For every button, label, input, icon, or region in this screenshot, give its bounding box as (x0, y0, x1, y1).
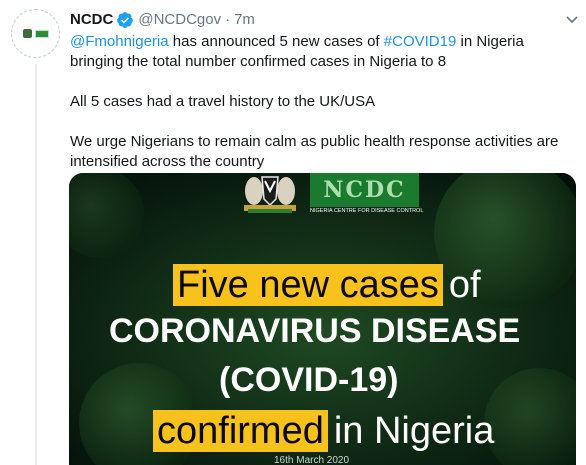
avatar-logo (22, 29, 49, 38)
tweet-media-image[interactable]: NCDC NIGERIA CENTRE FOR DISEASE CONTROL … (69, 173, 576, 465)
tweet-text: @Fmohnigeria has announced 5 new cases o… (70, 32, 576, 172)
text-part-1: has announced 5 new cases of (168, 33, 384, 50)
paragraph-3: We urge Nigerians to remain calm as publ… (70, 133, 559, 170)
avatar[interactable] (11, 9, 60, 58)
hashtag-link[interactable]: #COVID19 (384, 33, 457, 50)
headline-line-2: CORONAVIRUS DISEASE (109, 312, 521, 350)
headline-line-4: confirmed in Nigeria (153, 405, 494, 457)
coat-of-arms-icon (22, 29, 32, 38)
paragraph-2: All 5 cases had a travel history to the … (70, 93, 376, 110)
headline-highlight-4: confirmed (153, 410, 328, 452)
paragraph-1: @Fmohnigeria has announced 5 new cases o… (70, 32, 576, 72)
verified-badge-icon (117, 12, 134, 28)
headline-rest-1: of (448, 264, 481, 306)
mention-link[interactable]: @Fmohnigeria (70, 33, 169, 50)
headline-highlight-1: Five new cases (173, 264, 443, 306)
chevron-down-icon[interactable] (566, 14, 578, 26)
coat-of-arms-icon (244, 176, 296, 213)
handle[interactable]: @NCDCgov (138, 10, 221, 30)
headline-date: 16th March 2020 (274, 455, 350, 465)
ncdc-subtitle: NIGERIA CENTRE FOR DISEASE CONTROL (310, 208, 424, 214)
headline-line-3: (COVID-19) (219, 361, 399, 399)
headline-rest-4: in Nigeria (333, 410, 495, 452)
ncdc-logo-text: NCDC (323, 177, 406, 203)
thread-line (35, 64, 37, 465)
timestamp[interactable]: 7m (234, 10, 255, 30)
tweet[interactable]: NCDC @NCDCgov · 7m @Fmohnigeria has anno… (0, 0, 586, 465)
headline-line-1: Five new cases of (173, 259, 481, 311)
separator: · (225, 11, 231, 28)
display-name[interactable]: NCDC (70, 10, 113, 30)
ncdc-logo: NCDC (310, 173, 419, 207)
tweet-header: NCDC @NCDCgov · 7m (70, 10, 255, 30)
ncdc-logo-icon (34, 29, 49, 38)
